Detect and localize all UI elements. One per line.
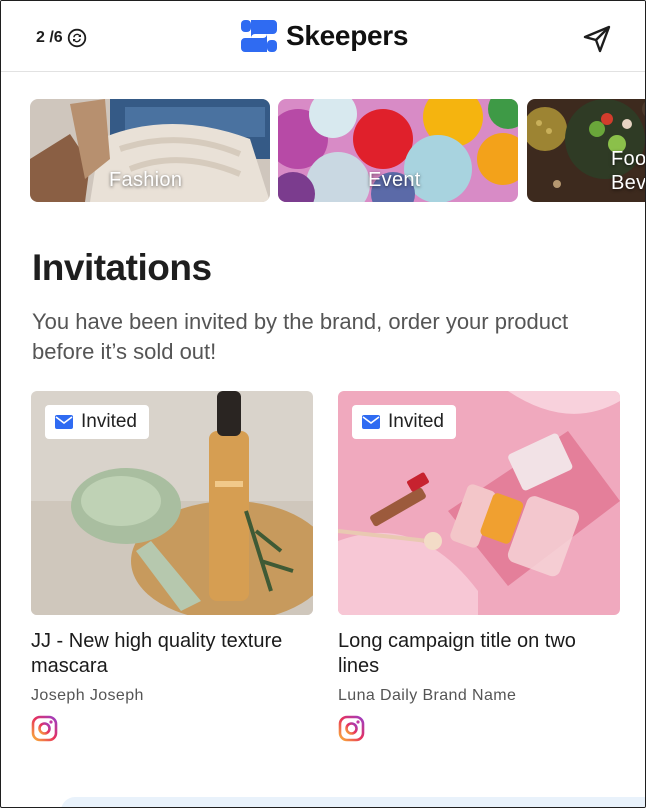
sync-icon bbox=[67, 28, 86, 48]
badge-label: Invited bbox=[388, 411, 444, 432]
card-brand: Joseph Joseph bbox=[31, 687, 144, 704]
card-title: JJ - New high quality texture mascara bbox=[31, 630, 283, 677]
category-carousel[interactable]: Fashion Event Foo Bev bbox=[30, 99, 646, 202]
category-card-fashion[interactable]: Fashion bbox=[30, 99, 270, 202]
category-label: Event bbox=[368, 169, 421, 191]
card-brand: Luna Daily Brand Name bbox=[338, 687, 517, 704]
category-label: Foo Beve bbox=[611, 148, 646, 194]
step-counter-text: 2 /6 bbox=[36, 29, 63, 46]
category-card-food[interactable]: Foo Beve bbox=[527, 99, 646, 202]
brand-logo: Skeepers bbox=[241, 18, 408, 54]
product-image: Invited bbox=[338, 391, 620, 615]
product-image: Invited bbox=[31, 391, 313, 615]
category-card-event[interactable]: Event bbox=[278, 99, 518, 202]
envelope-icon bbox=[362, 415, 380, 429]
invited-badge: Invited bbox=[352, 405, 456, 439]
section-title: Invitations bbox=[32, 247, 212, 288]
card-title: Long campaign title on two lines bbox=[338, 630, 576, 677]
section-subtitle: You have been invited by the brand, orde… bbox=[32, 309, 569, 364]
step-counter: 2 /6 bbox=[36, 28, 87, 48]
instagram-icon bbox=[338, 715, 365, 742]
instagram-icon bbox=[31, 715, 58, 742]
invitation-card[interactable]: Invited JJ - New high quality texture ma… bbox=[31, 391, 313, 747]
invited-badge: Invited bbox=[45, 405, 149, 439]
category-label: Fashion bbox=[109, 169, 183, 191]
top-bar: 2 /6 Skeepers bbox=[1, 1, 645, 72]
send-icon[interactable] bbox=[581, 23, 613, 55]
badge-label: Invited bbox=[81, 411, 137, 432]
bottom-panel-edge bbox=[61, 797, 645, 807]
skeepers-logo-icon bbox=[241, 20, 277, 52]
brand-name: Skeepers bbox=[286, 20, 409, 51]
phone-screen: 2 /6 Skeepers Fashion Event Foo Bev Invi… bbox=[0, 0, 646, 808]
envelope-icon bbox=[55, 415, 73, 429]
invitation-card[interactable]: Invited Long campaign title on two lines… bbox=[338, 391, 620, 747]
